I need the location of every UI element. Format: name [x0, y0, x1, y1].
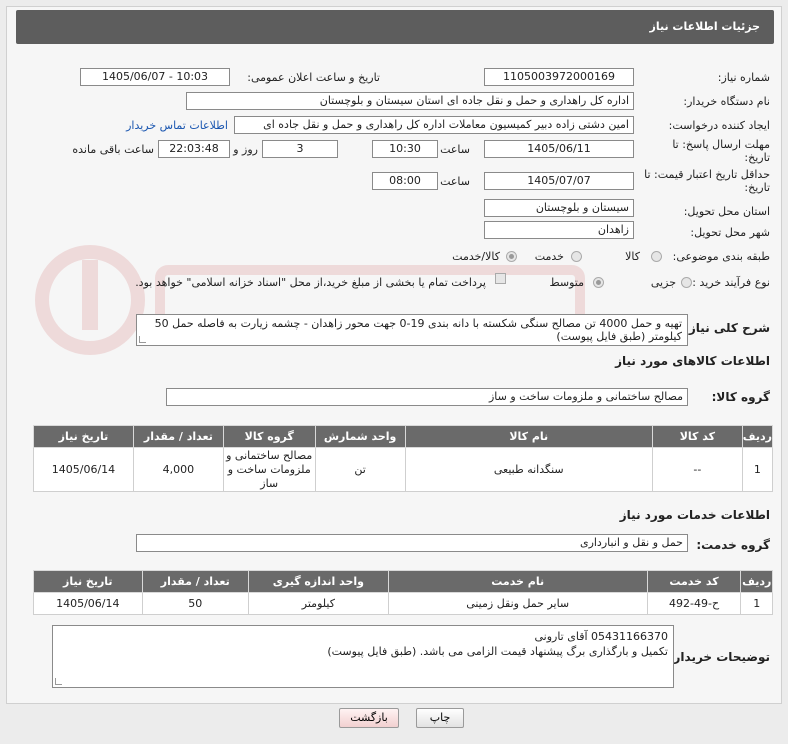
services-group-label: گروه خدمت:: [696, 538, 770, 552]
goods-col-row: ردیف: [741, 425, 774, 448]
goods-section-title: اطلاعات کالاهای مورد نیاز: [615, 354, 770, 368]
announce-label: تاریخ و ساعت اعلان عمومی:: [247, 71, 380, 84]
process-option-medium: متوسط: [549, 276, 584, 289]
services-col-row: ردیف: [740, 570, 773, 593]
services-cell-name: سایر حمل ونقل زمینی: [387, 592, 648, 615]
page-header: جزئیات اطلاعات نیاز: [16, 10, 774, 44]
requester-label: ایجاد کننده درخواست:: [668, 119, 770, 132]
process-option-partial: جزیی: [650, 276, 676, 289]
category-radio-goods-service[interactable]: [506, 251, 517, 262]
services-cell-code: ح-49-492: [646, 592, 742, 615]
goods-cell-qty: 4,000: [132, 447, 224, 492]
remaining-time-label: ساعت باقی مانده: [72, 143, 154, 156]
process-label: نوع فرآیند خرید :: [692, 276, 770, 289]
buyer-notes-label: توضیحات خریدار:: [668, 650, 770, 664]
city-field: زاهدان: [484, 221, 634, 239]
days-field: 3: [262, 140, 338, 158]
services-table-header: ردیف کد خدمت نام خدمت واحد اندازه گیری ت…: [33, 570, 773, 593]
goods-table-header: ردیف کد کالا نام کالا واحد شمارش گروه کا…: [33, 425, 774, 448]
services-col-qty: تعداد / مقدار: [141, 570, 249, 593]
services-col-date: تاریخ نیاز: [33, 570, 143, 593]
services-cell-qty: 50: [141, 592, 249, 615]
goods-col-code: کد کالا: [651, 425, 743, 448]
goods-cell-date: 1405/06/14: [33, 447, 134, 492]
services-cell-date: 1405/06/14: [33, 592, 143, 615]
announce-field: 1405/06/07 - 10:03: [80, 68, 230, 86]
description-text: تهیه و حمل 4000 تن مصالح سنگی شکسته با د…: [154, 317, 682, 343]
deadline-time-label: ساعت: [440, 143, 470, 156]
goods-cell-row: 1: [741, 447, 774, 492]
validity-time-label: ساعت: [440, 175, 470, 188]
province-label: استان محل تحویل:: [683, 205, 770, 218]
goods-col-unit: واحد شمارش: [314, 425, 406, 448]
resize-handle-icon[interactable]: [139, 336, 146, 343]
page-title: جزئیات اطلاعات نیاز: [649, 20, 761, 33]
table-row[interactable]: 1 ح-49-492 سایر حمل ونقل زمینی کیلومتر 5…: [33, 592, 773, 615]
process-radio-medium[interactable]: [593, 277, 604, 288]
services-col-unit: واحد اندازه گیری: [247, 570, 389, 593]
services-group-field: حمل و نقل و انبارداری: [136, 534, 688, 552]
goods-table: ردیف کد کالا نام کالا واحد شمارش گروه کا…: [33, 425, 774, 492]
buyer-notes-line2: تکمیل و بارگذاری برگ پیشنهاد قیمت الزامی…: [327, 645, 668, 658]
services-section-title: اطلاعات خدمات مورد نیاز: [619, 508, 770, 522]
services-cell-row: 1: [740, 592, 773, 615]
city-label: شهر محل تحویل:: [690, 226, 770, 239]
back-button[interactable]: بازگشت: [339, 708, 399, 728]
payment-treasury-checkbox[interactable]: [495, 273, 506, 284]
goods-group-field: مصالح ساختمانی و ملزومات ساخت و ساز: [166, 388, 688, 406]
goods-col-date: تاریخ نیاز: [33, 425, 134, 448]
category-option-goods-service: کالا/خدمت: [452, 250, 500, 263]
goods-col-name: نام کالا: [404, 425, 653, 448]
remaining-time-field: 22:03:48: [158, 140, 230, 158]
province-field: سیستان و بلوچستان: [484, 199, 634, 217]
deadline-label: مهلت ارسال پاسخ: تا تاریخ:: [672, 138, 770, 164]
need-number-field: 1105003972000169: [484, 68, 634, 86]
services-col-code: کد خدمت: [646, 570, 742, 593]
category-radio-service[interactable]: [571, 251, 582, 262]
validity-date-field: 1405/07/07: [484, 172, 634, 190]
deadline-time-field: 10:30: [372, 140, 438, 158]
payment-treasury-note: پرداخت تمام یا بخشی از مبلغ خرید،از محل …: [135, 276, 486, 289]
goods-cell-group: مصالح ساختمانی و ملزومات ساخت و ساز: [222, 447, 316, 492]
description-label: شرح کلی نیاز:: [684, 321, 770, 335]
description-textarea[interactable]: تهیه و حمل 4000 تن مصالح سنگی شکسته با د…: [136, 314, 688, 346]
services-table: ردیف کد خدمت نام خدمت واحد اندازه گیری ت…: [33, 570, 773, 615]
buyer-notes-textarea[interactable]: 05431166370 آقای تارونی تکمیل و بارگذاری…: [52, 625, 674, 688]
services-cell-unit: کیلومتر: [247, 592, 389, 615]
deadline-date-field: 1405/06/11: [484, 140, 634, 158]
category-label: طبقه بندی موضوعی:: [672, 250, 770, 263]
buyer-notes-line1: 05431166370 آقای تارونی: [534, 630, 668, 643]
contact-info-link[interactable]: اطلاعات تماس خریدار: [126, 119, 228, 132]
goods-col-group: گروه کالا: [222, 425, 316, 448]
print-button[interactable]: چاپ: [416, 708, 464, 728]
resize-handle-icon[interactable]: [55, 678, 62, 685]
goods-cell-code: --: [651, 447, 743, 492]
buyer-org-field: اداره کل راهداری و حمل و نقل جاده ای است…: [186, 92, 634, 110]
category-option-service: خدمت: [534, 250, 564, 263]
services-col-name: نام خدمت: [387, 570, 648, 593]
requester-field: امین دشتی زاده دبیر کمیسیون معاملات ادار…: [234, 116, 634, 134]
category-option-goods: کالا: [625, 250, 640, 263]
days-label: روز و: [233, 143, 258, 156]
category-radio-goods[interactable]: [651, 251, 662, 262]
goods-cell-name: سنگدانه طبیعی: [404, 447, 653, 492]
validity-label: حداقل تاریخ اعتبار قیمت: تا تاریخ:: [644, 168, 770, 194]
goods-cell-unit: تن: [314, 447, 406, 492]
buyer-org-label: نام دستگاه خریدار:: [683, 95, 770, 108]
goods-group-label: گروه کالا:: [711, 390, 770, 404]
goods-col-qty: تعداد / مقدار: [132, 425, 224, 448]
table-row[interactable]: 1 -- سنگدانه طبیعی تن مصالح ساختمانی و م…: [33, 447, 774, 492]
validity-time-field: 08:00: [372, 172, 438, 190]
process-radio-partial[interactable]: [681, 277, 692, 288]
need-number-label: شماره نیاز:: [717, 71, 770, 84]
